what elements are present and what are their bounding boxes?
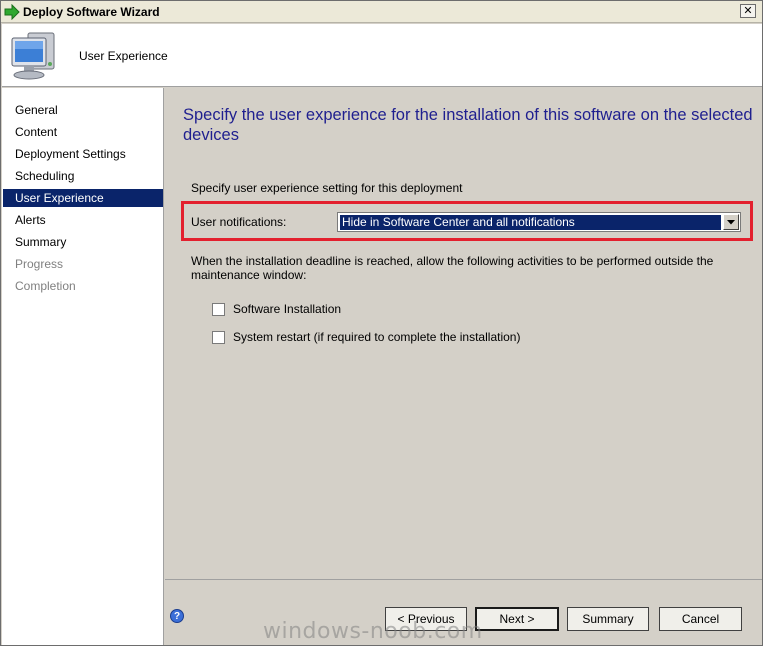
cancel-button[interactable]: Cancel (659, 607, 742, 631)
deadline-text: When the installation deadline is reache… (191, 254, 714, 282)
wizard-window: Deploy Software Wizard ✕ User Experience… (0, 0, 763, 646)
software-installation-option[interactable]: Software Installation (212, 302, 341, 316)
system-restart-label: System restart (if required to complete … (233, 330, 521, 344)
dropdown-selected-value: Hide in Software Center and all notifica… (340, 215, 721, 230)
nav-item-user-experience[interactable]: User Experience (3, 189, 163, 207)
wizard-nav: General Content Deployment Settings Sche… (2, 88, 164, 645)
main-panel: Specify the user experience for the inst… (165, 88, 762, 645)
user-notifications-label: User notifications: (191, 215, 287, 229)
nav-item-content[interactable]: Content (3, 123, 163, 141)
software-installation-label: Software Installation (233, 302, 342, 316)
chevron-down-icon (727, 220, 735, 225)
nav-item-progress: Progress (15, 257, 64, 271)
software-installation-checkbox[interactable] (212, 302, 225, 316)
computer-monitor-icon (11, 32, 55, 80)
close-button[interactable]: ✕ (740, 4, 756, 18)
watermark-text: windows-noob.com (263, 619, 483, 644)
title-bar: Deploy Software Wizard ✕ (1, 1, 762, 23)
footer-separator (165, 579, 762, 580)
page-heading: Specify the user experience for the inst… (183, 106, 753, 144)
nav-item-general[interactable]: General (3, 101, 163, 119)
next-button[interactable]: Next > (475, 607, 559, 631)
system-restart-checkbox[interactable] (212, 330, 225, 344)
window-title: Deploy Software Wizard (23, 4, 160, 19)
nav-item-scheduling[interactable]: Scheduling (3, 167, 163, 185)
nav-item-alerts[interactable]: Alerts (3, 211, 163, 229)
settings-subtext: Specify user experience setting for this… (191, 181, 463, 195)
nav-item-summary[interactable]: Summary (3, 233, 163, 251)
summary-button[interactable]: Summary (567, 607, 649, 631)
system-restart-option[interactable]: System restart (if required to complete … (212, 330, 520, 344)
help-icon[interactable]: ? (170, 609, 184, 623)
dropdown-arrow-button[interactable] (723, 214, 739, 230)
nav-item-completion: Completion (15, 279, 76, 293)
nav-item-deployment-settings[interactable]: Deployment Settings (3, 145, 163, 163)
user-notifications-dropdown[interactable]: Hide in Software Center and all notifica… (337, 212, 741, 232)
green-arrow-icon (4, 3, 20, 20)
header-title: User Experience (79, 49, 168, 63)
wizard-header: User Experience (2, 24, 762, 87)
